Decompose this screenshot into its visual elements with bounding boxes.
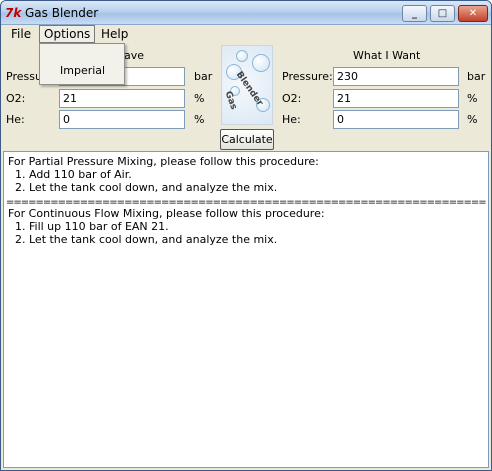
menu-options[interactable]: Options	[39, 25, 96, 43]
menu-file[interactable]: File	[7, 26, 35, 42]
gas-blender-window: 7k Gas Blender _ □ ✕ File Options Help a…	[0, 0, 492, 471]
title-bar[interactable]: 7k Gas Blender _ □ ✕	[1, 1, 491, 25]
menu-help[interactable]: Help	[97, 26, 132, 42]
minimize-button[interactable]: _	[402, 5, 427, 22]
have-he-input[interactable]: 0	[59, 110, 185, 129]
continuous-step-1: 1. Fill up 110 bar of EAN 21.	[8, 220, 169, 233]
have-pressure-unit: bar	[194, 70, 213, 83]
have-he-label: He:	[6, 113, 25, 126]
options-dropdown-menu: Imperial	[39, 43, 125, 85]
have-o2-label: O2:	[6, 92, 26, 105]
want-pressure-label: Pressure:	[282, 70, 333, 83]
want-heading: What I Want	[353, 49, 421, 62]
have-pressure-label: Pressu	[6, 70, 42, 83]
want-he-input[interactable]: 0	[333, 110, 459, 129]
partial-heading: For Partial Pressure Mixing, please foll…	[8, 155, 319, 168]
maximize-icon: □	[437, 8, 448, 19]
gas-blender-logo: Blender Gas	[221, 45, 273, 125]
have-o2-input[interactable]: 21	[59, 89, 185, 108]
want-he-label: He:	[282, 113, 301, 126]
menu-bar: File Options Help	[1, 25, 491, 43]
have-o2-unit: %	[194, 92, 205, 105]
close-icon: ✕	[468, 8, 478, 19]
bubble-graphic	[236, 50, 248, 62]
tk-feather-icon: 7k	[5, 6, 22, 20]
partial-step-1: 1. Add 110 bar of Air.	[8, 168, 132, 181]
calculate-button[interactable]: Calculate	[220, 129, 274, 150]
have-heading: ave	[124, 49, 145, 62]
menu-item-imperial[interactable]: Imperial	[60, 64, 105, 77]
partial-step-2: 2. Let the tank cool down, and analyze t…	[8, 181, 278, 194]
want-pressure-unit: bar	[467, 70, 486, 83]
want-pressure-input[interactable]: 230	[333, 67, 459, 86]
want-o2-label: O2:	[282, 92, 302, 105]
minimize-icon: _	[412, 8, 417, 19]
continuous-heading: For Continuous Flow Mixing, please follo…	[8, 207, 325, 220]
bubble-graphic	[252, 54, 270, 72]
want-o2-unit: %	[467, 92, 478, 105]
close-button[interactable]: ✕	[458, 5, 488, 22]
want-o2-input[interactable]: 21	[333, 89, 459, 108]
have-he-unit: %	[194, 113, 205, 126]
continuous-step-2: 2. Let the tank cool down, and analyze t…	[8, 233, 278, 246]
maximize-button[interactable]: □	[430, 5, 455, 22]
window-title: Gas Blender	[25, 6, 99, 20]
results-text-area[interactable]: For Partial Pressure Mixing, please foll…	[3, 151, 489, 468]
want-he-unit: %	[467, 113, 478, 126]
